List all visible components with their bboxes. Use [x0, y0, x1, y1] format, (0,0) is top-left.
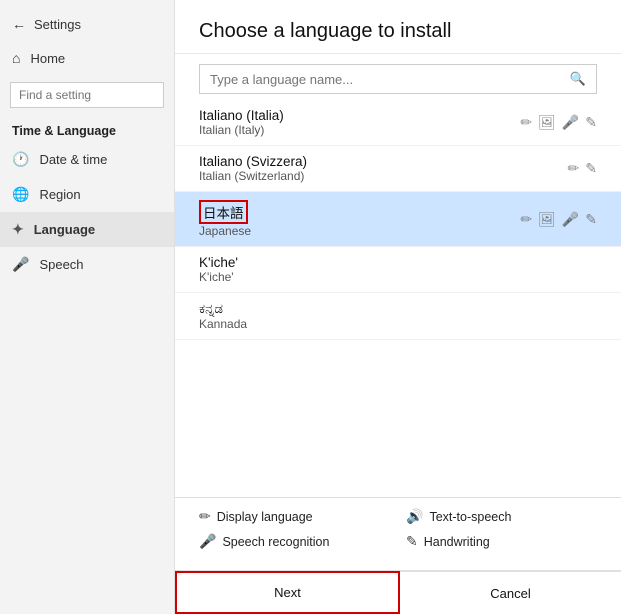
lang-icons-italiano-italia: ✏ 🖼 🎤 ✎: [520, 114, 597, 131]
monitor-icon: 🖼: [538, 114, 556, 131]
lang-icons-italiano-svizzera: ✏ ✎: [568, 160, 597, 177]
edit-icon: ✎: [585, 160, 597, 177]
handwriting-icon: ✎: [406, 533, 418, 550]
lang-name-kiche: K'iche': [199, 255, 238, 270]
mic-icon: 🎤: [562, 211, 579, 228]
home-item[interactable]: ⌂ Home: [0, 40, 174, 76]
feature-speech-recognition: 🎤 Speech recognition: [199, 533, 390, 550]
lang-sub-italiano-italia: Italian (Italy): [199, 123, 284, 137]
region-label: Region: [39, 187, 80, 202]
lang-text-japanese: 日本語 Japanese: [199, 200, 251, 238]
search-icon: 🔍: [570, 71, 586, 87]
sidebar-item-speech[interactable]: 🎤 Speech: [0, 247, 174, 282]
language-list: Italiano (Italia) Italian (Italy) ✏ 🖼 🎤 …: [175, 100, 621, 497]
lang-name-italiano-svizzera: Italiano (Svizzera): [199, 154, 307, 169]
mic-icon: 🎤: [12, 256, 29, 273]
globe-icon: 🌐: [12, 186, 29, 203]
language-icon: ✦: [12, 221, 24, 238]
action-buttons: Next Cancel: [175, 570, 621, 614]
language-search-input[interactable]: [210, 72, 570, 87]
clock-icon: 🕐: [12, 151, 29, 168]
back-arrow-icon: ←: [12, 16, 26, 32]
monitor-icon: 🖼: [538, 211, 556, 228]
language-search-bar: 🔍: [199, 64, 597, 94]
mic-icon: 🎤: [562, 114, 579, 131]
sidebar-item-language[interactable]: ✦ Language: [0, 212, 174, 247]
lang-name-japanese: 日本語: [199, 200, 248, 224]
language-label: Language: [34, 222, 95, 237]
lang-text-kannada: ಕನ್ನಡ Kannada: [199, 301, 247, 331]
page-title: Choose a language to install: [175, 0, 621, 54]
cancel-button[interactable]: Cancel: [400, 571, 621, 614]
features-grid: ✏ Display language 🔊 Text-to-speech 🎤 Sp…: [199, 508, 597, 550]
speech-recognition-label: Speech recognition: [222, 535, 329, 549]
pencil-icon: ✏: [568, 160, 580, 177]
sidebar-item-region[interactable]: 🌐 Region: [0, 177, 174, 212]
speech-label: Speech: [39, 257, 83, 272]
features-panel: ✏ Display language 🔊 Text-to-speech 🎤 Sp…: [175, 497, 621, 570]
lang-text-italiano-italia: Italiano (Italia) Italian (Italy): [199, 108, 284, 137]
settings-label: Settings: [34, 17, 81, 32]
lang-text-kiche: K'iche' K'iche': [199, 255, 238, 284]
lang-sub-japanese: Japanese: [199, 224, 251, 238]
pencil-icon: ✏: [520, 211, 532, 228]
feature-text-to-speech: 🔊 Text-to-speech: [406, 508, 597, 525]
text-to-speech-icon: 🔊: [406, 508, 423, 525]
lang-sub-kiche: K'iche': [199, 270, 238, 284]
lang-item-japanese[interactable]: 日本語 Japanese ✏ 🖼 🎤 ✎: [175, 192, 621, 247]
lang-sub-kannada: Kannada: [199, 317, 247, 331]
edit-icon: ✎: [585, 114, 597, 131]
find-setting-input[interactable]: [10, 82, 164, 108]
edit-icon: ✎: [585, 211, 597, 228]
sidebar: ← Settings ⌂ Home Time & Language 🕐 Date…: [0, 0, 175, 614]
lang-icons-japanese: ✏ 🖼 🎤 ✎: [520, 211, 597, 228]
feature-handwriting: ✎ Handwriting: [406, 533, 597, 550]
lang-item-kiche[interactable]: K'iche' K'iche': [175, 247, 621, 293]
home-icon: ⌂: [12, 50, 20, 66]
back-button[interactable]: ← Settings: [0, 8, 174, 40]
pencil-icon: ✏: [520, 114, 532, 131]
lang-text-italiano-svizzera: Italiano (Svizzera) Italian (Switzerland…: [199, 154, 307, 183]
lang-item-italiano-italia[interactable]: Italiano (Italia) Italian (Italy) ✏ 🖼 🎤 …: [175, 100, 621, 146]
handwriting-label: Handwriting: [424, 535, 490, 549]
home-label: Home: [30, 51, 65, 66]
feature-display-language: ✏ Display language: [199, 508, 390, 525]
lang-sub-italiano-svizzera: Italian (Switzerland): [199, 169, 307, 183]
display-language-icon: ✏: [199, 508, 211, 525]
next-button[interactable]: Next: [175, 571, 400, 614]
lang-name-italiano-italia: Italiano (Italia): [199, 108, 284, 123]
sidebar-item-date-time[interactable]: 🕐 Date & time: [0, 142, 174, 177]
lang-item-italiano-svizzera[interactable]: Italiano (Svizzera) Italian (Switzerland…: [175, 146, 621, 192]
lang-item-kannada[interactable]: ಕನ್ನಡ Kannada: [175, 293, 621, 340]
section-label: Time & Language: [0, 114, 174, 142]
main-panel: Choose a language to install 🔍 Italiano …: [175, 0, 621, 614]
lang-name-kannada: ಕನ್ನಡ: [199, 301, 247, 317]
display-language-label: Display language: [217, 510, 313, 524]
speech-recognition-icon: 🎤: [199, 533, 216, 550]
date-time-label: Date & time: [39, 152, 107, 167]
text-to-speech-label: Text-to-speech: [429, 510, 511, 524]
